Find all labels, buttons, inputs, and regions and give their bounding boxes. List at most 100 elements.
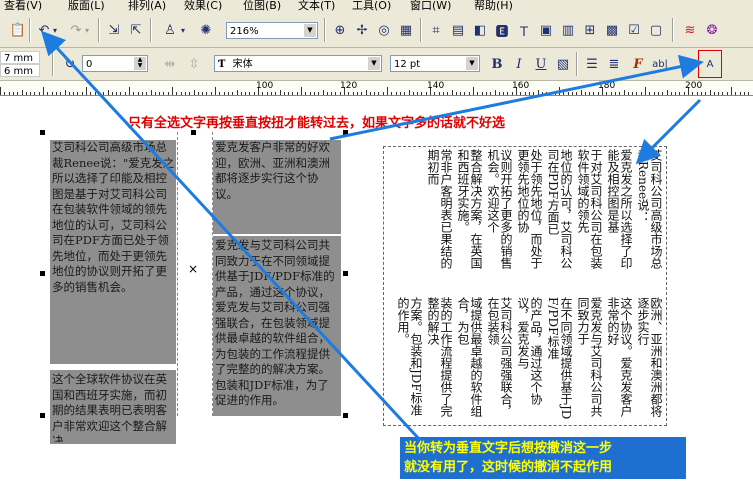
menu-arrange[interactable]: 排列(A) (128, 0, 166, 12)
chevron-down-icon[interactable]: ▼ (368, 57, 380, 70)
export-icon[interactable]: ⇱ (126, 20, 146, 40)
envelope-icon[interactable]: ❂ (702, 20, 722, 40)
mirror-vertical-icon[interactable]: ⇳ (184, 54, 204, 74)
stepper-icon[interactable]: ▲ ▼ (134, 57, 146, 70)
vertical-text-column[interactable]: 爱克发与艾司科公司共同致力于 (576, 297, 602, 421)
selection-handle[interactable] (40, 271, 45, 276)
ruler-tick (189, 92, 191, 95)
alignment-icon[interactable]: ▧ (553, 54, 573, 74)
launcher-dropdown-icon[interactable]: ▾ (178, 20, 188, 40)
menu-tools[interactable]: 工具(O) (352, 0, 391, 12)
rotation-angle-value: 0 (86, 59, 93, 70)
vertical-text-button[interactable]: A (698, 50, 722, 78)
drawing-canvas[interactable]: 艾司科公司高级市场总裁Renee说："爱克发之所以选择了印能及相控图是基于对艾司… (0, 96, 753, 489)
vertical-text-column[interactable]: 方案。包装和JDF标准的作用。 (396, 297, 422, 421)
vertical-text-column[interactable]: 装的工作流程提供了完整的解决 (426, 297, 452, 421)
ruler-tick (580, 90, 582, 95)
selection-handle[interactable] (40, 130, 45, 135)
group-icon[interactable]: ⌗ (426, 20, 446, 40)
format-text-button[interactable]: F (628, 54, 648, 74)
selection-handle[interactable] (40, 413, 45, 418)
vertical-text-column[interactable]: 整合解决方案，在英国和西班牙实施。 (456, 149, 482, 269)
chevron-down-icon[interactable]: ▼ (304, 24, 316, 37)
vertical-text-column[interactable]: 于对艾司科公司在包装软件领域的领先 (576, 149, 602, 269)
bold-button[interactable]: B (487, 54, 507, 74)
redo-dropdown-icon[interactable]: ▾ (82, 20, 92, 40)
vertical-text-column[interactable]: 的产品，通过这个协议，爱克发与 (516, 297, 542, 421)
table-icon[interactable]: ▦ (396, 20, 416, 40)
vertical-text-column[interactable]: 欧洲、亚洲和澳洲都将逐步实行 (636, 297, 662, 421)
wave-icon[interactable]: ≋ (680, 20, 700, 40)
ruler-tick (468, 92, 470, 95)
ruler-tick (718, 92, 720, 95)
font-size-select[interactable]: 12 pt ▼ (390, 55, 480, 72)
vertical-text-frame[interactable]: 艾司科公司高级市场总裁Renee说： 爱克发之所以选择了印能及相控图是基 于对艾司科… (383, 146, 667, 426)
application-launcher-icon[interactable]: ♙ (160, 20, 180, 40)
ruler-tick (103, 92, 105, 95)
undo-dropdown-icon[interactable]: ▾ (50, 20, 60, 40)
font-name-select[interactable]: Ƭ 宋体 ▼ (214, 55, 382, 72)
text-layout-icon[interactable]: 🅴 (492, 20, 512, 40)
bullet-list-icon[interactable]: ☰ (582, 54, 602, 74)
ruler-label: 100 (256, 81, 274, 91)
menu-window[interactable]: 窗口(W) (410, 0, 451, 12)
checkbox-icon[interactable]: ☑ (624, 20, 644, 40)
corel-online-icon[interactable]: ✺ (196, 20, 216, 40)
rotation-angle-field[interactable]: 0 ▲ ▼ (82, 55, 148, 72)
vertical-text-column[interactable]: 艾司科公司高级市场总裁Renee说： (636, 149, 662, 269)
selection-handle[interactable] (343, 271, 348, 276)
toolbar-separator (576, 52, 578, 76)
options-icon[interactable]: ▩ (602, 20, 622, 40)
ruler-tick (77, 92, 79, 95)
italic-button[interactable]: I (509, 54, 529, 74)
document-icon[interactable]: ▥ (558, 20, 578, 40)
vertical-text-column[interactable]: 在不同领域提供基于JDF/PDF标准 (546, 297, 572, 421)
ruler-tick (133, 92, 135, 95)
vertical-text-column[interactable]: 地位的认可，艾司科公司在PDF方面已 (546, 149, 572, 269)
vertical-text-column[interactable]: 域提供最卓越的软件组合，为包 (456, 297, 482, 421)
menu-bitmaps[interactable]: 位图(B) (243, 0, 281, 12)
horizontal-text-icon[interactable]: ⇥ (674, 54, 694, 74)
vertical-text-column[interactable]: 常非户客明表已果结的期初而 (426, 149, 452, 269)
paste-icon[interactable]: 📋 (8, 20, 28, 40)
rotate-icon: ↻ (64, 56, 76, 72)
edit-text-button[interactable]: ab| (650, 54, 670, 74)
symbol-icon[interactable]: ✢ (352, 20, 372, 40)
ruler-tick (339, 92, 341, 95)
zoom-level-select[interactable]: 216% ▼ (226, 22, 318, 39)
ruler-tick (176, 92, 178, 95)
import-icon[interactable]: ⇲ (104, 20, 124, 40)
paragraph-icon[interactable]: ≣ (604, 54, 624, 74)
vertical-text-column[interactable]: 议则开拓了更多的销售机会。欢迎这个 (486, 149, 512, 269)
crosshair-icon[interactable]: ⊕ (330, 20, 350, 40)
horizontal-text-frame[interactable]: 艾司科公司高级市场总裁Renee说："爱克发之所以选择了印能及相控图是基于对艾司… (40, 130, 348, 444)
ruler-tick (541, 92, 543, 95)
text-tool-icon[interactable]: Ｔ (514, 20, 534, 40)
vertical-text-column[interactable]: 这个协议。爱克发客户非常的好 (606, 297, 632, 421)
object-height-field[interactable]: 6 mm (0, 64, 40, 77)
menu-text[interactable]: 文本(T) (298, 0, 335, 12)
vertical-text-column[interactable]: 处于领先地位，而处于更领先地位的协 (516, 149, 542, 269)
selection-handle[interactable] (343, 413, 348, 418)
align-icon[interactable]: ▤ (448, 20, 468, 40)
underline-button[interactable]: U (531, 54, 551, 74)
vertical-text-column[interactable]: 艾司科公司强强联合，在包装领 (486, 297, 512, 421)
menu-view[interactable]: 查看(V) (4, 0, 42, 12)
image-icon[interactable]: ▣ (536, 20, 556, 40)
text-column-2[interactable]: 爱克发客户非常的好欢迎，欧洲、亚洲和澳洲都将逐步实行这个协议。 (215, 140, 339, 234)
menu-effects[interactable]: 效果(C) (184, 0, 222, 12)
object-width-field[interactable]: 7 mm (0, 51, 40, 64)
order-icon[interactable]: ◧ (470, 20, 490, 40)
ruler-tick (120, 92, 122, 95)
grid-icon[interactable]: ⊞ (580, 20, 600, 40)
text-column-2b[interactable]: 爱克发与艾司科公司共同致力于在不同领域提供基于JDF/PDF标准的产品，通过这个… (215, 238, 339, 414)
target-icon[interactable]: ◎ (374, 20, 394, 40)
menu-help[interactable]: 帮助(H) (474, 0, 513, 12)
text-column-1b[interactable]: 这个全球软件协议在英国和西班牙实施，而初期的结果表明已表明客户非常欢迎这个整合解… (52, 372, 176, 442)
menu-layout[interactable]: 版面(L) (68, 0, 105, 12)
mirror-horizontal-icon[interactable]: ⇹ (160, 54, 180, 74)
text-column-1[interactable]: 艾司科公司高级市场总裁Renee说："爱克发之所以选择了印能及相控图是基于对艾司… (52, 140, 176, 364)
chevron-down-icon[interactable]: ▼ (466, 57, 478, 70)
vertical-text-column[interactable]: 爱克发之所以选择了印能及相控图是基 (606, 149, 632, 269)
frame-icon[interactable]: ▢ (646, 20, 666, 40)
